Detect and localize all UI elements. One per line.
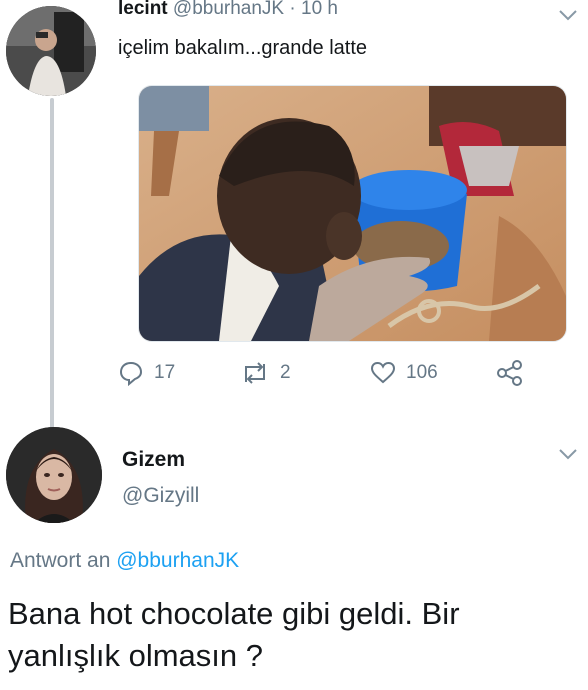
author-handle[interactable]: @bburhanJK: [173, 0, 284, 19]
like-button[interactable]: 106: [370, 360, 438, 386]
share-icon: [497, 360, 522, 386]
share-button[interactable]: [496, 360, 524, 386]
tweet-header: lecint @bburhanJK · 10 h: [118, 0, 338, 20]
reply-icon: [119, 361, 143, 386]
retweet-count: 2: [280, 362, 291, 383]
retweet-button[interactable]: 2: [240, 360, 291, 386]
reply-text: Bana hot chocolate gibi geldi. Bir yanlı…: [8, 596, 460, 673]
chevron-down-icon[interactable]: [558, 8, 578, 22]
thread-line: [50, 98, 54, 430]
reply-context: Antwort an @bburhanJK: [10, 549, 239, 573]
chevron-down-icon[interactable]: [558, 447, 578, 461]
avatar-lecint-image: [6, 6, 96, 96]
avatar-lecint[interactable]: [6, 6, 96, 96]
tweet-time[interactable]: 10 h: [301, 0, 338, 19]
reply-author-handle[interactable]: @Gizyill: [122, 484, 199, 508]
reply-to-handle-link[interactable]: @bburhanJK: [116, 549, 239, 572]
reply-button[interactable]: 17: [118, 360, 175, 386]
tweet-actions: 17 2 106: [118, 360, 538, 390]
tweet-media-photo[interactable]: [138, 85, 567, 342]
photo-illustration: [139, 86, 566, 341]
reply-prefix: Antwort an: [10, 549, 111, 572]
header-separator: ·: [289, 0, 296, 19]
reply-count: 17: [154, 362, 176, 383]
reply-author-name[interactable]: Gizem: [122, 448, 185, 472]
avatar-gizem-image: [6, 427, 102, 523]
like-icon: [370, 361, 396, 384]
retweet-icon: [245, 362, 265, 384]
tweet-text: içelim bakalım...grande latte: [118, 37, 368, 59]
avatar-gizem[interactable]: [6, 427, 102, 523]
like-count: 106: [406, 362, 438, 383]
author-name[interactable]: lecint: [118, 0, 168, 19]
